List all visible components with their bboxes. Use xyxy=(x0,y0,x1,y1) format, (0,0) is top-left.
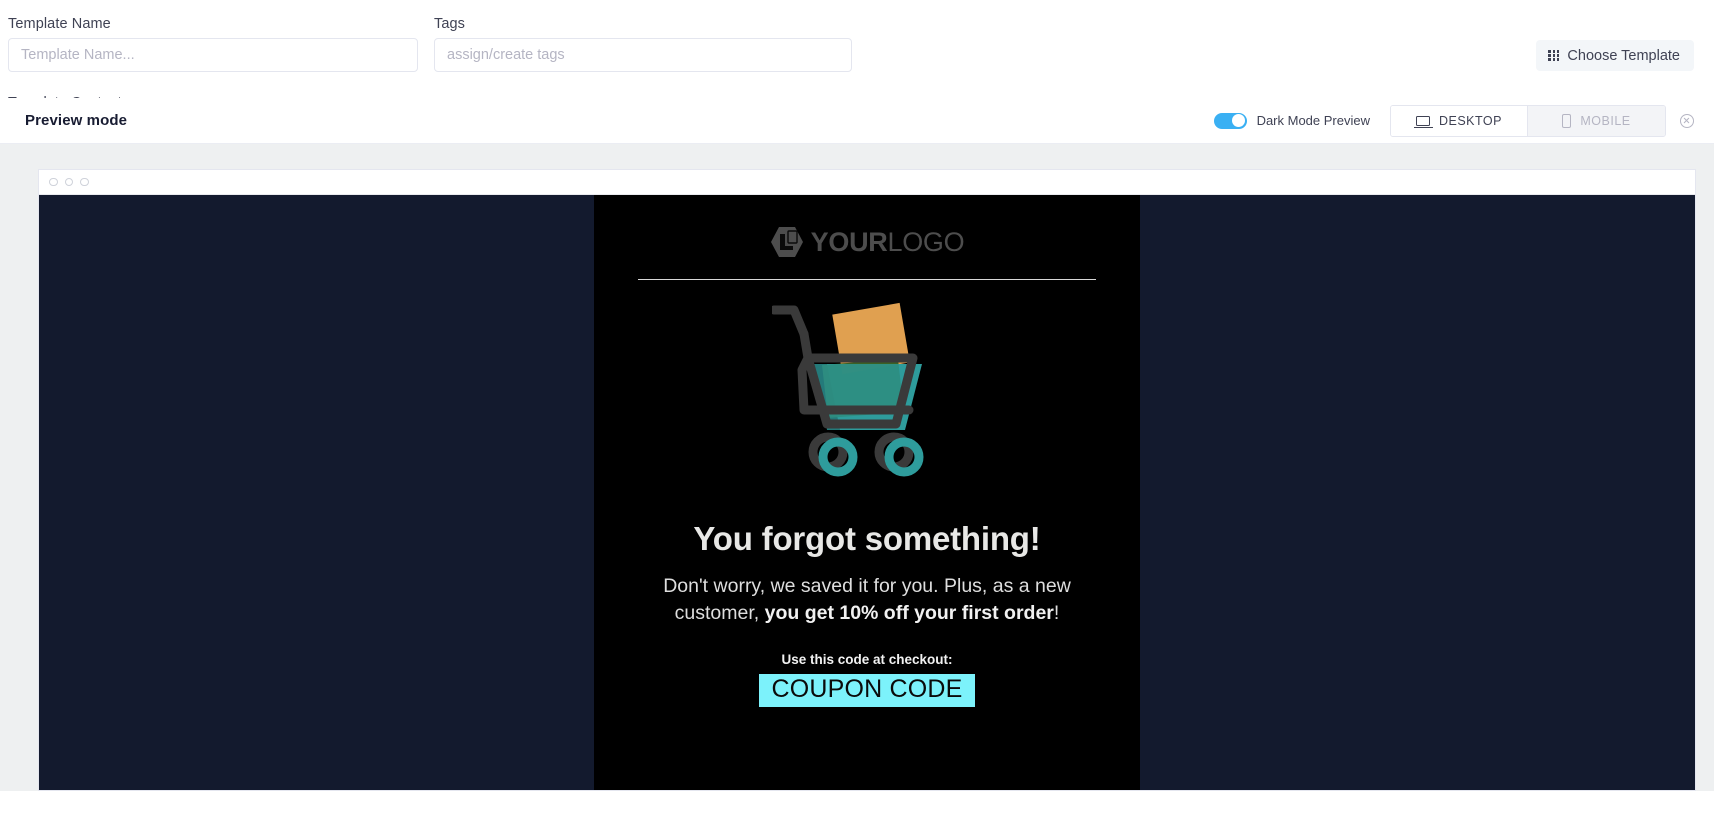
coupon-code-badge: COUPON CODE xyxy=(759,674,975,708)
window-dot-maximize-icon xyxy=(80,177,89,187)
dark-mode-toggle-group[interactable]: Dark Mode Preview xyxy=(1213,112,1370,129)
tags-input[interactable] xyxy=(434,38,852,72)
template-name-field-group: Template Name xyxy=(8,16,418,72)
tab-mobile-label: MOBILE xyxy=(1580,113,1631,128)
choose-template-button[interactable]: Choose Template xyxy=(1536,40,1694,71)
tab-desktop-label: DESKTOP xyxy=(1438,113,1502,128)
email-logo-text: YOURLOGO xyxy=(810,226,965,257)
window-dot-close-icon xyxy=(49,177,58,187)
template-name-input[interactable] xyxy=(8,38,418,72)
email-body-copy: Don't worry, we saved it for you. Plus, … xyxy=(641,573,1093,627)
tab-desktop[interactable]: DESKTOP xyxy=(1391,105,1528,136)
close-icon[interactable] xyxy=(1680,113,1694,128)
browser-frame: YOURLOGO You forgot something! Don't wor… xyxy=(38,169,1696,791)
tab-mobile[interactable]: MOBILE xyxy=(1528,105,1665,136)
mobile-icon xyxy=(1562,113,1572,128)
email-card: YOURLOGO You forgot something! Don't wor… xyxy=(594,195,1140,790)
switch-knob xyxy=(1232,114,1246,127)
tags-label: Tags xyxy=(434,16,466,32)
email-headline: You forgot something! xyxy=(693,520,1041,557)
template-form-header: Template Name Tags Choose Template Templ… xyxy=(0,0,1714,111)
email-preview-viewport: YOURLOGO You forgot something! Don't wor… xyxy=(39,195,1695,790)
body-text-part3: ! xyxy=(1053,601,1060,624)
dark-mode-switch[interactable] xyxy=(1213,112,1247,129)
grid-icon xyxy=(1548,49,1560,62)
hexagon-logo-icon xyxy=(770,227,803,257)
shopping-cart-illustration-wrap xyxy=(628,280,1106,507)
preview-mode-title: Preview mode xyxy=(25,112,128,129)
email-logo: YOURLOGO xyxy=(628,223,1106,261)
template-name-label: Template Name xyxy=(8,16,111,32)
coupon-instruction-label: Use this code at checkout: xyxy=(781,652,953,668)
dark-mode-label: Dark Mode Preview xyxy=(1256,113,1370,128)
preview-toolbar-controls: Dark Mode Preview DESKTOP MOBILE xyxy=(1213,98,1714,143)
tags-field-group: Tags xyxy=(434,16,852,72)
browser-chrome-bar xyxy=(39,170,1695,195)
preview-toolbar: Preview mode Dark Mode Preview DESKTOP M… xyxy=(0,98,1714,144)
shopping-cart-icon xyxy=(772,302,924,477)
preview-stage: YOURLOGO You forgot something! Don't wor… xyxy=(0,144,1714,791)
desktop-icon xyxy=(1413,115,1433,128)
logo-bold-text: YOUR xyxy=(810,226,888,257)
window-dot-minimize-icon xyxy=(64,177,73,187)
body-text-bold: you get 10% off your first order xyxy=(764,601,1054,624)
viewport-segmented-control: DESKTOP MOBILE xyxy=(1390,104,1666,137)
choose-template-label: Choose Template xyxy=(1567,47,1680,64)
logo-light-text: LOGO xyxy=(887,226,965,257)
